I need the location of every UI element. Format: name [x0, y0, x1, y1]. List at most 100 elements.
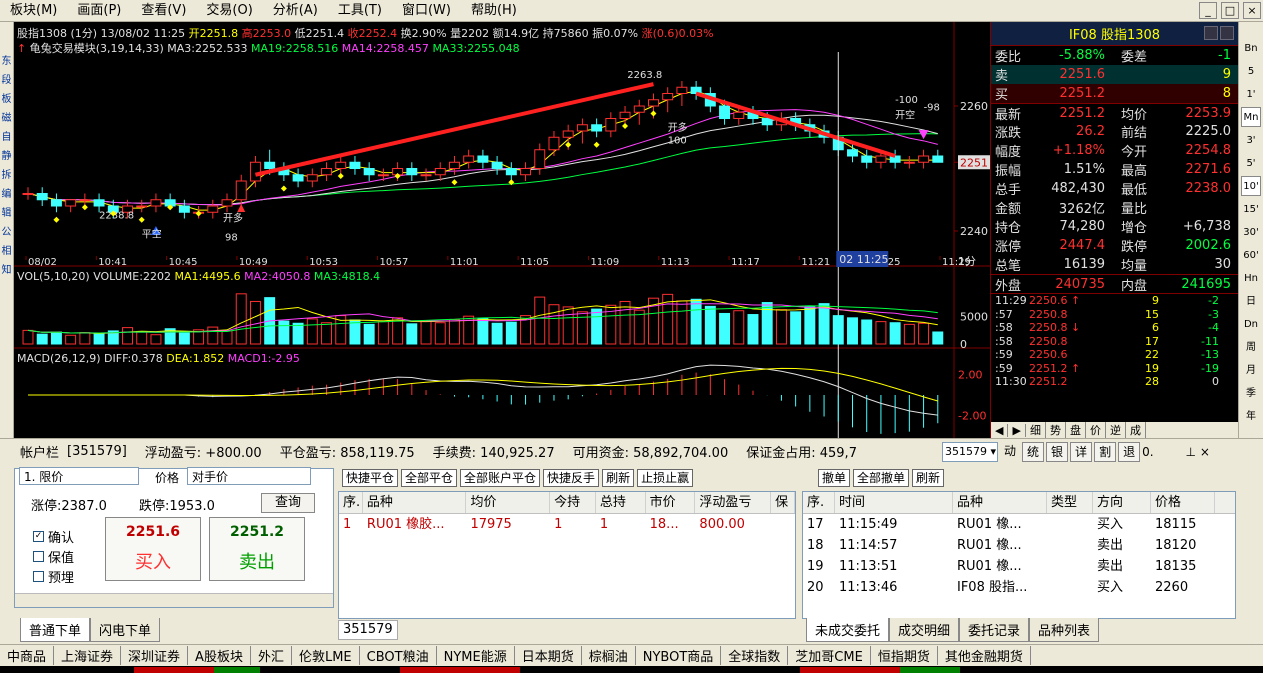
period-button[interactable]: 1' [1241, 84, 1261, 104]
market-tab[interactable]: NYME能源 [437, 646, 515, 665]
period-button[interactable]: 周 [1241, 337, 1261, 357]
period-button[interactable]: 季 [1241, 383, 1261, 403]
buy-button[interactable]: 2251.6 买入 [105, 517, 201, 581]
menu-window[interactable]: 窗口(W) [392, 0, 461, 22]
tab-detail[interactable]: 细 [1026, 422, 1046, 438]
close-all-accounts-button[interactable]: 全部账户平仓 [460, 469, 541, 487]
market-tab[interactable]: NYBOT商品 [636, 646, 722, 665]
maximize-button[interactable]: □ [1221, 2, 1239, 19]
market-tab[interactable]: 芝加哥CME [788, 646, 871, 665]
period-button[interactable]: Dn [1241, 314, 1261, 334]
column-header[interactable]: 方向 [1093, 492, 1151, 513]
refresh-orders-button[interactable]: 刷新 [912, 469, 945, 487]
chart-canvas[interactable]: 08/02 10:41 10:45 10:49 10:53 10:57 11:01 11:05… [14, 22, 990, 438]
tab-flash-order[interactable]: 闪电下单 [90, 618, 161, 642]
left-strip-item[interactable]: 自 [2, 128, 12, 147]
column-header[interactable]: 保 [771, 492, 795, 513]
menu-analysis[interactable]: 分析(A) [263, 0, 328, 22]
price-mode-select[interactable]: 对手价 [187, 467, 311, 485]
logout-button[interactable]: 退 [1118, 442, 1141, 462]
left-strip-item[interactable]: 知 [2, 261, 12, 280]
market-tab[interactable]: CBOT粮油 [360, 646, 437, 665]
market-tab[interactable]: 全球指数 [721, 646, 789, 665]
menu-view[interactable]: 查看(V) [131, 0, 196, 22]
table-row[interactable]: 20 11:13:46 IF08 股指... 买入 2260 [803, 577, 1235, 598]
market-tab[interactable]: A股板块 [188, 646, 251, 665]
column-header[interactable]: 均价 [466, 492, 551, 513]
table-row[interactable]: 18 11:14:57 RU01 橡... 卖出 18120 [803, 535, 1235, 556]
column-header[interactable]: 品种 [363, 492, 467, 513]
period-button[interactable]: 日 [1241, 291, 1261, 311]
cancel-order-button[interactable]: 撤单 [818, 469, 851, 487]
table-row[interactable]: 19 11:13:51 RU01 橡... 卖出 18135 [803, 556, 1235, 577]
market-tab[interactable]: 外汇 [251, 646, 292, 665]
left-strip-item[interactable]: 辑 [2, 204, 12, 223]
bottom-account-tab[interactable]: 351579 [338, 620, 398, 640]
refresh-positions-button[interactable]: 刷新 [602, 469, 635, 487]
column-header[interactable]: 总持 [596, 492, 646, 513]
quick-reverse-button[interactable]: 快捷反手 [543, 469, 600, 487]
quick-close-button[interactable]: 快捷平仓 [342, 469, 399, 487]
kline-chart[interactable]: 08/02 10:41 10:45 10:49 10:53 10:57 11:01 11:05… [14, 22, 990, 438]
menu-trade[interactable]: 交易(O) [196, 0, 262, 22]
period-button[interactable]: Hn [1241, 268, 1261, 288]
period-button[interactable]: 5 [1241, 61, 1261, 81]
tab-normal-order[interactable]: 普通下单 [20, 618, 91, 642]
column-header[interactable]: 序. [339, 492, 363, 513]
column-header[interactable]: 类型 [1047, 492, 1093, 513]
period-button[interactable]: Bn [1241, 38, 1261, 58]
table-row[interactable]: 17 11:15:49 RU01 橡... 买入 18115 [803, 514, 1235, 535]
column-header[interactable]: 市价 [646, 492, 696, 513]
minimize-button[interactable]: _ [1199, 2, 1217, 19]
left-strip-item[interactable]: 东 [2, 52, 12, 71]
stop-loss-button[interactable]: 止损止赢 [637, 469, 694, 487]
left-strip-item[interactable]: 拆 [2, 166, 12, 185]
confirm-checkbox[interactable]: ✓ 确认 [33, 527, 74, 546]
stats-button[interactable]: 统 [1022, 442, 1045, 462]
period-button[interactable]: 年 [1241, 406, 1261, 426]
tab-prev-icon[interactable]: ◀ [991, 423, 1009, 437]
column-header[interactable]: 序. [803, 492, 835, 513]
left-strip-item[interactable]: 磁 [2, 109, 12, 128]
split-button[interactable]: 割 [1094, 442, 1117, 462]
market-tab[interactable]: 其他金融期货 [938, 646, 1031, 665]
settings-icon[interactable] [1220, 26, 1234, 40]
column-header[interactable]: 品种 [953, 492, 1047, 513]
market-tab[interactable]: 棕榈油 [582, 646, 636, 665]
tab-reverse[interactable]: 逆 [1106, 422, 1126, 438]
column-header[interactable]: 浮动盈亏 [695, 492, 772, 513]
tab-book[interactable]: 盘 [1066, 422, 1086, 438]
bank-button[interactable]: 银 [1046, 442, 1069, 462]
menu-view-screen[interactable]: 画面(P) [67, 0, 131, 22]
pin-icon[interactable]: ⊥ × [1186, 442, 1210, 462]
left-strip-item[interactable]: 编 [2, 185, 12, 204]
order-type-select[interactable]: 1. 限价 [19, 467, 139, 485]
tab-trend[interactable]: 势 [1046, 422, 1066, 438]
cancel-all-button[interactable]: 全部撤单 [853, 469, 910, 487]
link-icon[interactable] [1204, 26, 1218, 40]
period-button[interactable]: 15' [1241, 199, 1261, 219]
market-tab[interactable]: 日本期货 [515, 646, 582, 665]
tab-instruments[interactable]: 品种列表 [1029, 618, 1100, 642]
menu-tools[interactable]: 工具(T) [328, 0, 392, 22]
tab-order-record[interactable]: 委托记录 [959, 618, 1030, 642]
period-button[interactable]: 60' [1241, 245, 1261, 265]
tab-price[interactable]: 价 [1086, 422, 1106, 438]
order-form-hscrollbar[interactable] [15, 593, 333, 607]
menu-blocks[interactable]: 板块(M) [0, 0, 67, 22]
tab-unfilled[interactable]: 未成交委托 [806, 618, 890, 642]
left-strip-item[interactable]: 相 [2, 242, 12, 261]
tab-fills[interactable]: 成 [1126, 422, 1146, 438]
preorder-checkbox[interactable]: 预埋 [33, 567, 74, 586]
market-tab[interactable]: 深圳证券 [121, 646, 189, 665]
period-button[interactable]: 5' [1241, 153, 1261, 173]
period-button[interactable]: 10' [1241, 176, 1261, 196]
tab-fills-detail[interactable]: 成交明细 [889, 618, 960, 642]
table-row[interactable]: 1 RU01 橡胶... 17975 1 1 18... 800.00 [339, 514, 795, 535]
period-button[interactable]: 30' [1241, 222, 1261, 242]
left-strip-item[interactable]: 板 [2, 90, 12, 109]
market-tab[interactable]: 上海证券 [54, 646, 122, 665]
market-tab[interactable]: 中商品 [0, 646, 55, 665]
left-strip-item[interactable]: 公 [2, 223, 12, 242]
close-all-button[interactable]: 全部平仓 [401, 469, 458, 487]
